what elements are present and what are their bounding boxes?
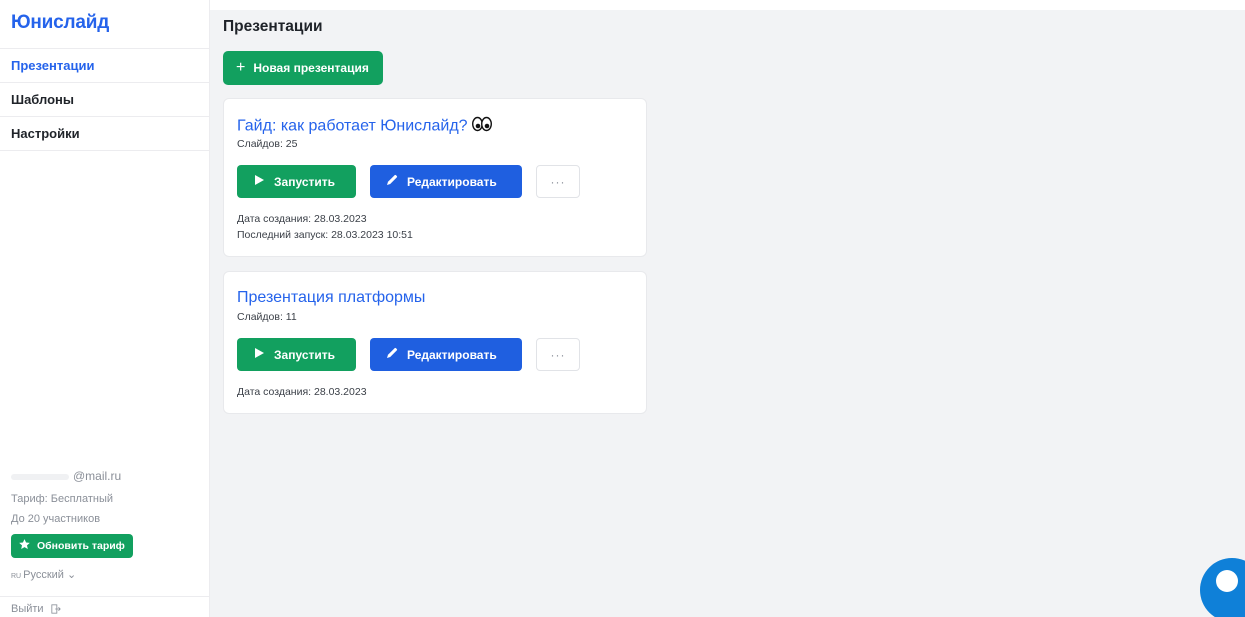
more-options-button[interactable]: ··· [536,165,580,198]
more-options-button[interactable]: ··· [536,338,580,371]
sidebar-nav: Презентации Шаблоны Настройки [0,48,210,151]
chat-bubble-icon [1216,570,1238,592]
pencil-icon [386,174,398,189]
main-content: Презентации + Новая презентация Гайд: ка… [210,10,1245,617]
launch-label: Запустить [274,347,335,362]
launch-button[interactable]: Запустить [237,338,356,371]
launch-label: Запустить [274,174,335,189]
edit-button[interactable]: Редактировать [370,165,522,198]
sidebar-item-presentations[interactable]: Презентации [0,49,210,83]
presentation-card: Презентация платформы Слайдов: 11 Запуст… [223,271,647,414]
edit-button[interactable]: Редактировать [370,338,522,371]
presentation-card: Гайд: как работает Юнислайд? Слайдов: 25… [223,98,647,257]
play-icon [253,174,265,189]
slides-count: Слайдов: 11 [237,311,297,323]
new-presentation-button[interactable]: + Новая презентация [223,51,383,85]
language-code: RU [11,573,22,580]
presentation-meta: Дата создания: 28.03.2023 Последний запу… [237,211,413,243]
plus-icon: + [236,59,246,76]
card-actions: Запустить Редактировать ··· [237,338,580,371]
sidebar-item-settings[interactable]: Настройки [0,117,210,151]
account-email: @mail.ru [11,469,201,485]
sidebar: Юнислайд Презентации Шаблоны Настройки @… [0,0,210,617]
slides-count: Слайдов: 25 [237,138,298,150]
new-presentation-label: Новая презентация [253,61,369,75]
logout-label: Выйти [11,603,44,615]
edit-label: Редактировать [407,347,497,362]
email-domain: @mail.ru [73,469,122,483]
participants-limit: До 20 участников [11,513,101,525]
language-label: Русский ⌄ [23,569,77,581]
presentation-title[interactable]: Гайд: как работает Юнислайд? [237,116,492,137]
logout-icon [47,603,61,615]
language-selector[interactable]: RU Русский ⌄ [11,568,201,581]
sidebar-item-templates[interactable]: Шаблоны [0,83,210,117]
logout-button[interactable]: Выйти [0,596,210,615]
card-actions: Запустить Редактировать ··· [237,165,580,198]
presentation-meta: Дата создания: 28.03.2023 [237,384,367,400]
last-launch: Последний запуск: 28.03.2023 10:51 [237,229,413,241]
pencil-icon [386,347,398,362]
plan-label: Тариф: Бесплатный [11,493,114,505]
presentation-title-text: Гайд: как работает Юнислайд? [237,117,468,135]
account-panel: @mail.ru Тариф: Бесплатный До 20 участни… [11,469,201,581]
creation-date: Дата создания: 28.03.2023 [237,386,367,398]
presentation-title[interactable]: Презентация платформы [237,289,425,307]
upgrade-plan-button[interactable]: Обновить тариф [11,534,133,558]
star-icon [18,538,31,554]
page-title: Презентации [223,18,323,35]
redacted-username [11,473,69,480]
edit-label: Редактировать [407,174,497,189]
upgrade-plan-label: Обновить тариф [37,540,125,552]
play-icon [253,347,265,362]
eyes-icon [471,116,492,137]
brand-logo[interactable]: Юнислайд [11,12,109,34]
creation-date: Дата создания: 28.03.2023 [237,213,367,225]
launch-button[interactable]: Запустить [237,165,356,198]
